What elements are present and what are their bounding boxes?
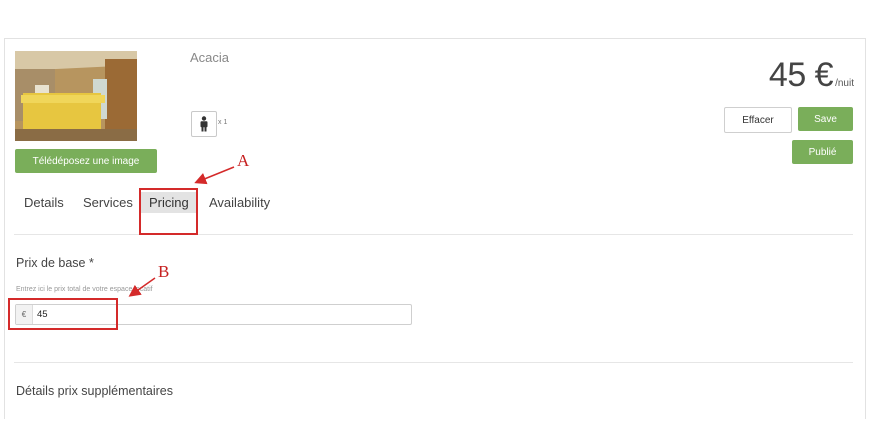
annotation-box-a	[139, 188, 198, 235]
save-button[interactable]: Save	[798, 107, 853, 131]
annotation-label-b: B	[158, 262, 170, 281]
tab-details[interactable]: Details	[24, 195, 64, 210]
price-unit: /nuit	[835, 78, 854, 89]
tab-availability[interactable]: Availability	[209, 195, 270, 210]
capacity-count: x 1	[218, 119, 228, 126]
base-price-hint: Entrez ici le prix total de votre espace…	[16, 286, 153, 293]
room-name: Acacia	[190, 50, 230, 65]
section-divider	[14, 362, 853, 363]
room-thumbnail	[15, 51, 137, 141]
tab-services[interactable]: Services	[83, 195, 133, 210]
base-price-label: Prix de base *	[16, 256, 94, 270]
upload-image-button[interactable]: Télédéposez une image	[15, 149, 157, 173]
annotation-box-b	[8, 298, 118, 330]
person-icon[interactable]	[191, 111, 217, 137]
publish-button[interactable]: Publié	[792, 140, 853, 164]
price-value: 45 €	[768, 56, 834, 94]
price-display: 45 €/nuit	[769, 56, 854, 95]
extra-price-section-title: Détails prix supplémentaires	[16, 384, 174, 398]
clear-button[interactable]: Effacer	[724, 107, 792, 133]
annotation-label-a: A	[237, 151, 250, 170]
